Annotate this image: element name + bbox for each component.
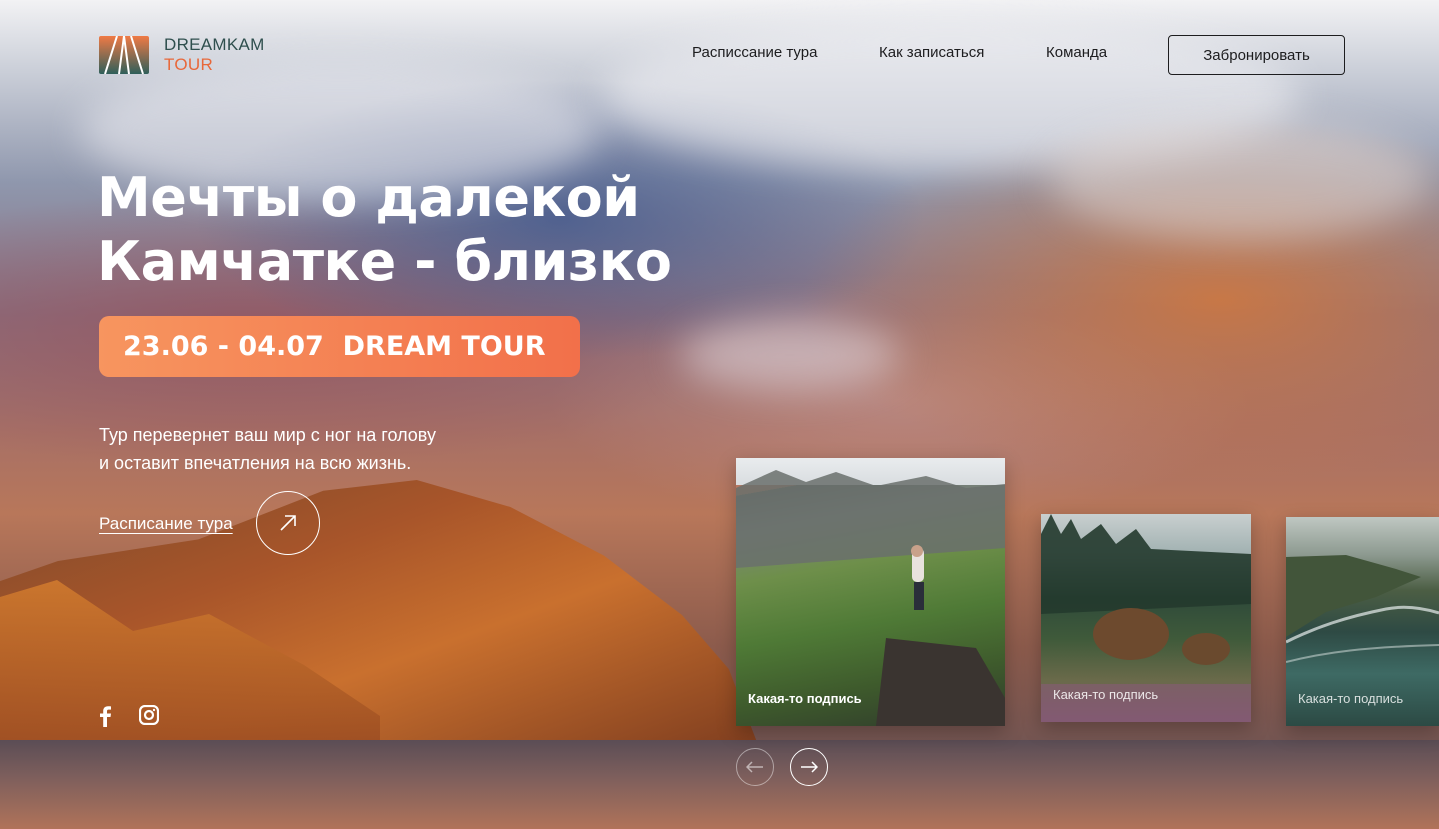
tour-dates-badge: 23.06 - 04.07 DREAM TOUR — [99, 316, 580, 377]
hero-title: Мечты о далекой Камчатке - близко — [97, 166, 737, 294]
hero-title-line1: Мечты о далекой — [97, 166, 640, 229]
hero-description: Тур перевернет ваш мир с ног на голову и… — [99, 425, 436, 473]
schedule-arrow-button[interactable] — [256, 491, 320, 555]
nav-item-team[interactable]: Команда — [1046, 44, 1107, 61]
arrow-left-icon — [746, 761, 763, 773]
gallery-card-bears[interactable]: Какая-то подпись — [1041, 514, 1251, 722]
arrow-right-icon — [801, 761, 818, 773]
book-button[interactable]: Забронировать — [1168, 35, 1345, 75]
carousel-next-button[interactable] — [790, 748, 828, 786]
carousel-prev-button[interactable] — [736, 748, 774, 786]
hero-title-line2: Камчатке - близко — [97, 230, 672, 293]
water-image — [0, 740, 1439, 829]
instagram-icon[interactable] — [138, 704, 160, 730]
schedule-link[interactable]: Расписание тура — [99, 514, 233, 534]
card-caption: Какая-то подпись — [1053, 687, 1159, 702]
arrow-up-right-icon — [280, 515, 296, 531]
card-caption: Какая-то подпись — [1298, 691, 1404, 706]
card-caption: Какая-то подпись — [748, 691, 862, 706]
gallery-card-coast[interactable]: Какая-то подпись — [1286, 517, 1439, 726]
nav-item-how-to-join[interactable]: Как записаться — [879, 44, 984, 61]
facebook-icon[interactable] — [97, 705, 113, 732]
nav-item-schedule[interactable]: Расписсание тура — [692, 44, 817, 61]
gallery-card-hiker[interactable]: Какая-то подпись — [736, 458, 1005, 726]
